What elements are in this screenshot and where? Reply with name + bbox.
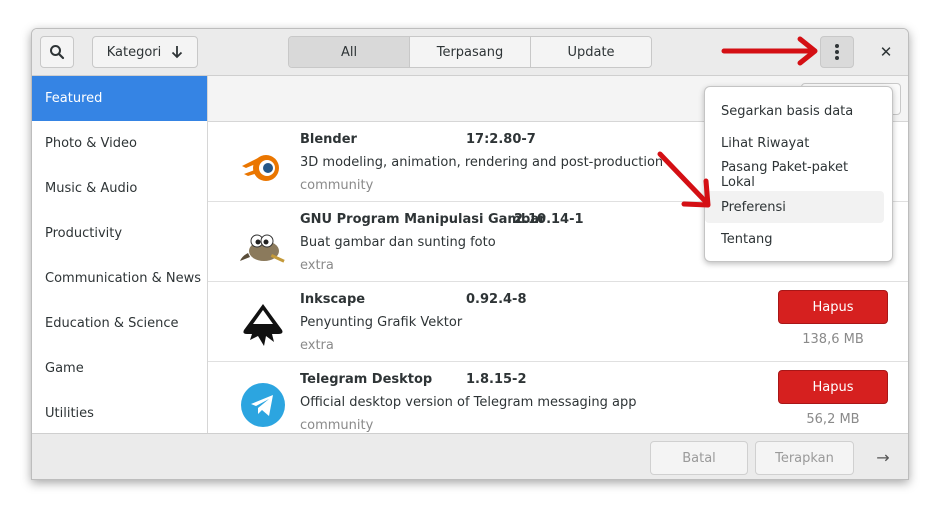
app-size: 138,6 MB <box>802 332 864 347</box>
sidebar-item-music-audio[interactable]: Music & Audio <box>32 166 207 211</box>
sidebar-item-label: Music & Audio <box>45 181 138 196</box>
menu-item-install-local[interactable]: Pasang Paket-paket Lokal <box>705 159 884 191</box>
app-name: Blender <box>300 132 357 147</box>
app-size: 56,2 MB <box>806 412 860 427</box>
list-item[interactable]: Inkscape 0.92.4-8 Penyunting Grafik Vekt… <box>208 282 908 362</box>
app-version: 17:2.80-7 <box>466 132 536 147</box>
kebab-menu-icon <box>835 44 839 60</box>
sidebar-item-game[interactable]: Game <box>32 346 207 391</box>
sidebar-item-label: Photo & Video <box>45 136 137 151</box>
menu-item-about[interactable]: Tentang <box>705 223 884 255</box>
menu-item-refresh-database[interactable]: Segarkan basis data <box>705 95 884 127</box>
sidebar-item-utilities[interactable]: Utilities <box>32 391 207 436</box>
app-description: Official desktop version of Telegram mes… <box>300 395 637 410</box>
apply-button[interactable]: Terapkan <box>755 441 854 475</box>
app-repository: community <box>300 178 374 193</box>
tab-all[interactable]: All <box>289 37 410 67</box>
sidebar-item-label: Utilities <box>45 406 94 421</box>
sidebar-item-label: Featured <box>45 91 103 106</box>
action-bar: Batal Terapkan → <box>32 433 908 479</box>
app-version: 1.8.15-2 <box>466 372 527 387</box>
app-repository: extra <box>300 258 334 273</box>
app-repository: extra <box>300 338 334 353</box>
close-button[interactable]: ✕ <box>872 36 900 68</box>
sidebar-item-photo-video[interactable]: Photo & Video <box>32 121 207 166</box>
telegram-icon <box>241 383 285 427</box>
sidebar-item-label: Communication & News <box>45 271 201 286</box>
inkscape-icon <box>243 304 283 346</box>
sidebar-item-productivity[interactable]: Productivity <box>32 211 207 256</box>
app-name: Inkscape <box>300 292 366 307</box>
app-name: Telegram Desktop <box>300 372 433 387</box>
remove-button[interactable]: Hapus <box>778 370 888 404</box>
header-bar: Kategori All Terpasang Update ✕ <box>32 29 908 76</box>
remove-button[interactable]: Hapus <box>778 290 888 324</box>
gimp-icon <box>240 234 285 263</box>
search-icon <box>50 45 65 60</box>
sidebar-item-featured[interactable]: Featured <box>32 76 207 121</box>
search-button[interactable] <box>40 36 74 68</box>
blender-icon <box>242 155 279 181</box>
tab-terpasang[interactable]: Terpasang <box>410 37 531 67</box>
app-description: 3D modeling, animation, rendering and po… <box>300 155 664 170</box>
app-version: 2.10.14-1 <box>514 212 584 227</box>
app-repository: community <box>300 418 374 433</box>
sidebar-item-label: Productivity <box>45 226 123 241</box>
tab-update[interactable]: Update <box>531 37 651 67</box>
kategori-button[interactable]: Kategori <box>92 36 198 68</box>
view-switcher: All Terpasang Update <box>288 36 652 68</box>
menu-button[interactable] <box>820 36 854 68</box>
cancel-button[interactable]: Batal <box>650 441 748 475</box>
arrow-down-icon <box>172 46 183 59</box>
list-item[interactable]: Telegram Desktop 1.8.15-2 Official deskt… <box>208 362 908 433</box>
category-sidebar: Featured Photo & Video Music & Audio Pro… <box>32 76 208 433</box>
app-description: Buat gambar dan sunting foto <box>300 235 496 250</box>
menu-item-preferences[interactable]: Preferensi <box>705 191 884 223</box>
sidebar-item-communication-news[interactable]: Communication & News <box>32 256 207 301</box>
sidebar-item-label: Game <box>45 361 84 376</box>
arrow-right-icon: → <box>876 447 890 467</box>
app-name: GNU Program Manipulasi Gambar <box>300 212 546 227</box>
close-icon: ✕ <box>879 43 893 61</box>
sidebar-item-label: Education & Science <box>45 316 179 331</box>
menu-item-history[interactable]: Lihat Riwayat <box>705 127 884 159</box>
app-menu-popover: Segarkan basis data Lihat Riwayat Pasang… <box>704 86 893 262</box>
app-description: Penyunting Grafik Vektor <box>300 315 463 330</box>
sidebar-item-education-science[interactable]: Education & Science <box>32 301 207 346</box>
app-version: 0.92.4-8 <box>466 292 527 307</box>
kategori-label: Kategori <box>106 44 162 60</box>
next-button[interactable]: → <box>872 446 894 468</box>
